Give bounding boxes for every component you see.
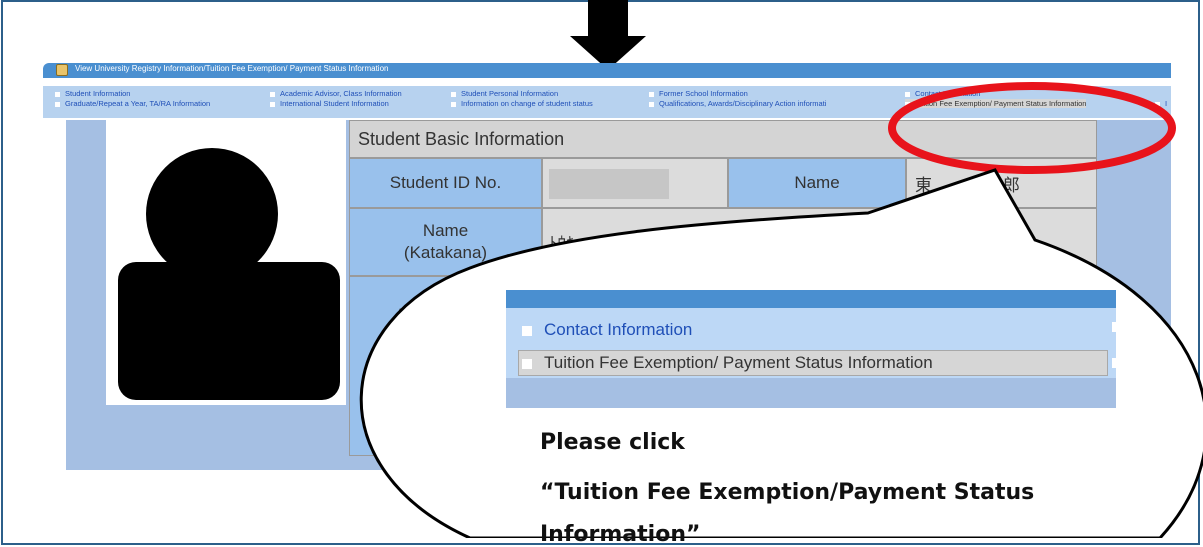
zoom-contact-link[interactable]: Contact Information <box>522 320 692 340</box>
zoom-tuition-link[interactable]: Tuition Fee Exemption/ Payment Status In… <box>522 353 933 373</box>
callout-line-2: “Tuition Fee Exemption/Payment Status <box>540 480 1035 505</box>
speech-bubble <box>359 168 1203 538</box>
zoom-bullet-edge-1 <box>1112 322 1120 332</box>
bullet-square-icon <box>522 325 532 336</box>
callout-line-3: Information” <box>540 522 701 547</box>
zoom-row-blank <box>506 378 1116 408</box>
callout-line-1: Please click <box>540 430 685 455</box>
zoom-title-bar <box>506 290 1116 308</box>
bullet-square-icon <box>522 358 532 369</box>
zoom-bullet-edge-2 <box>1112 358 1120 368</box>
